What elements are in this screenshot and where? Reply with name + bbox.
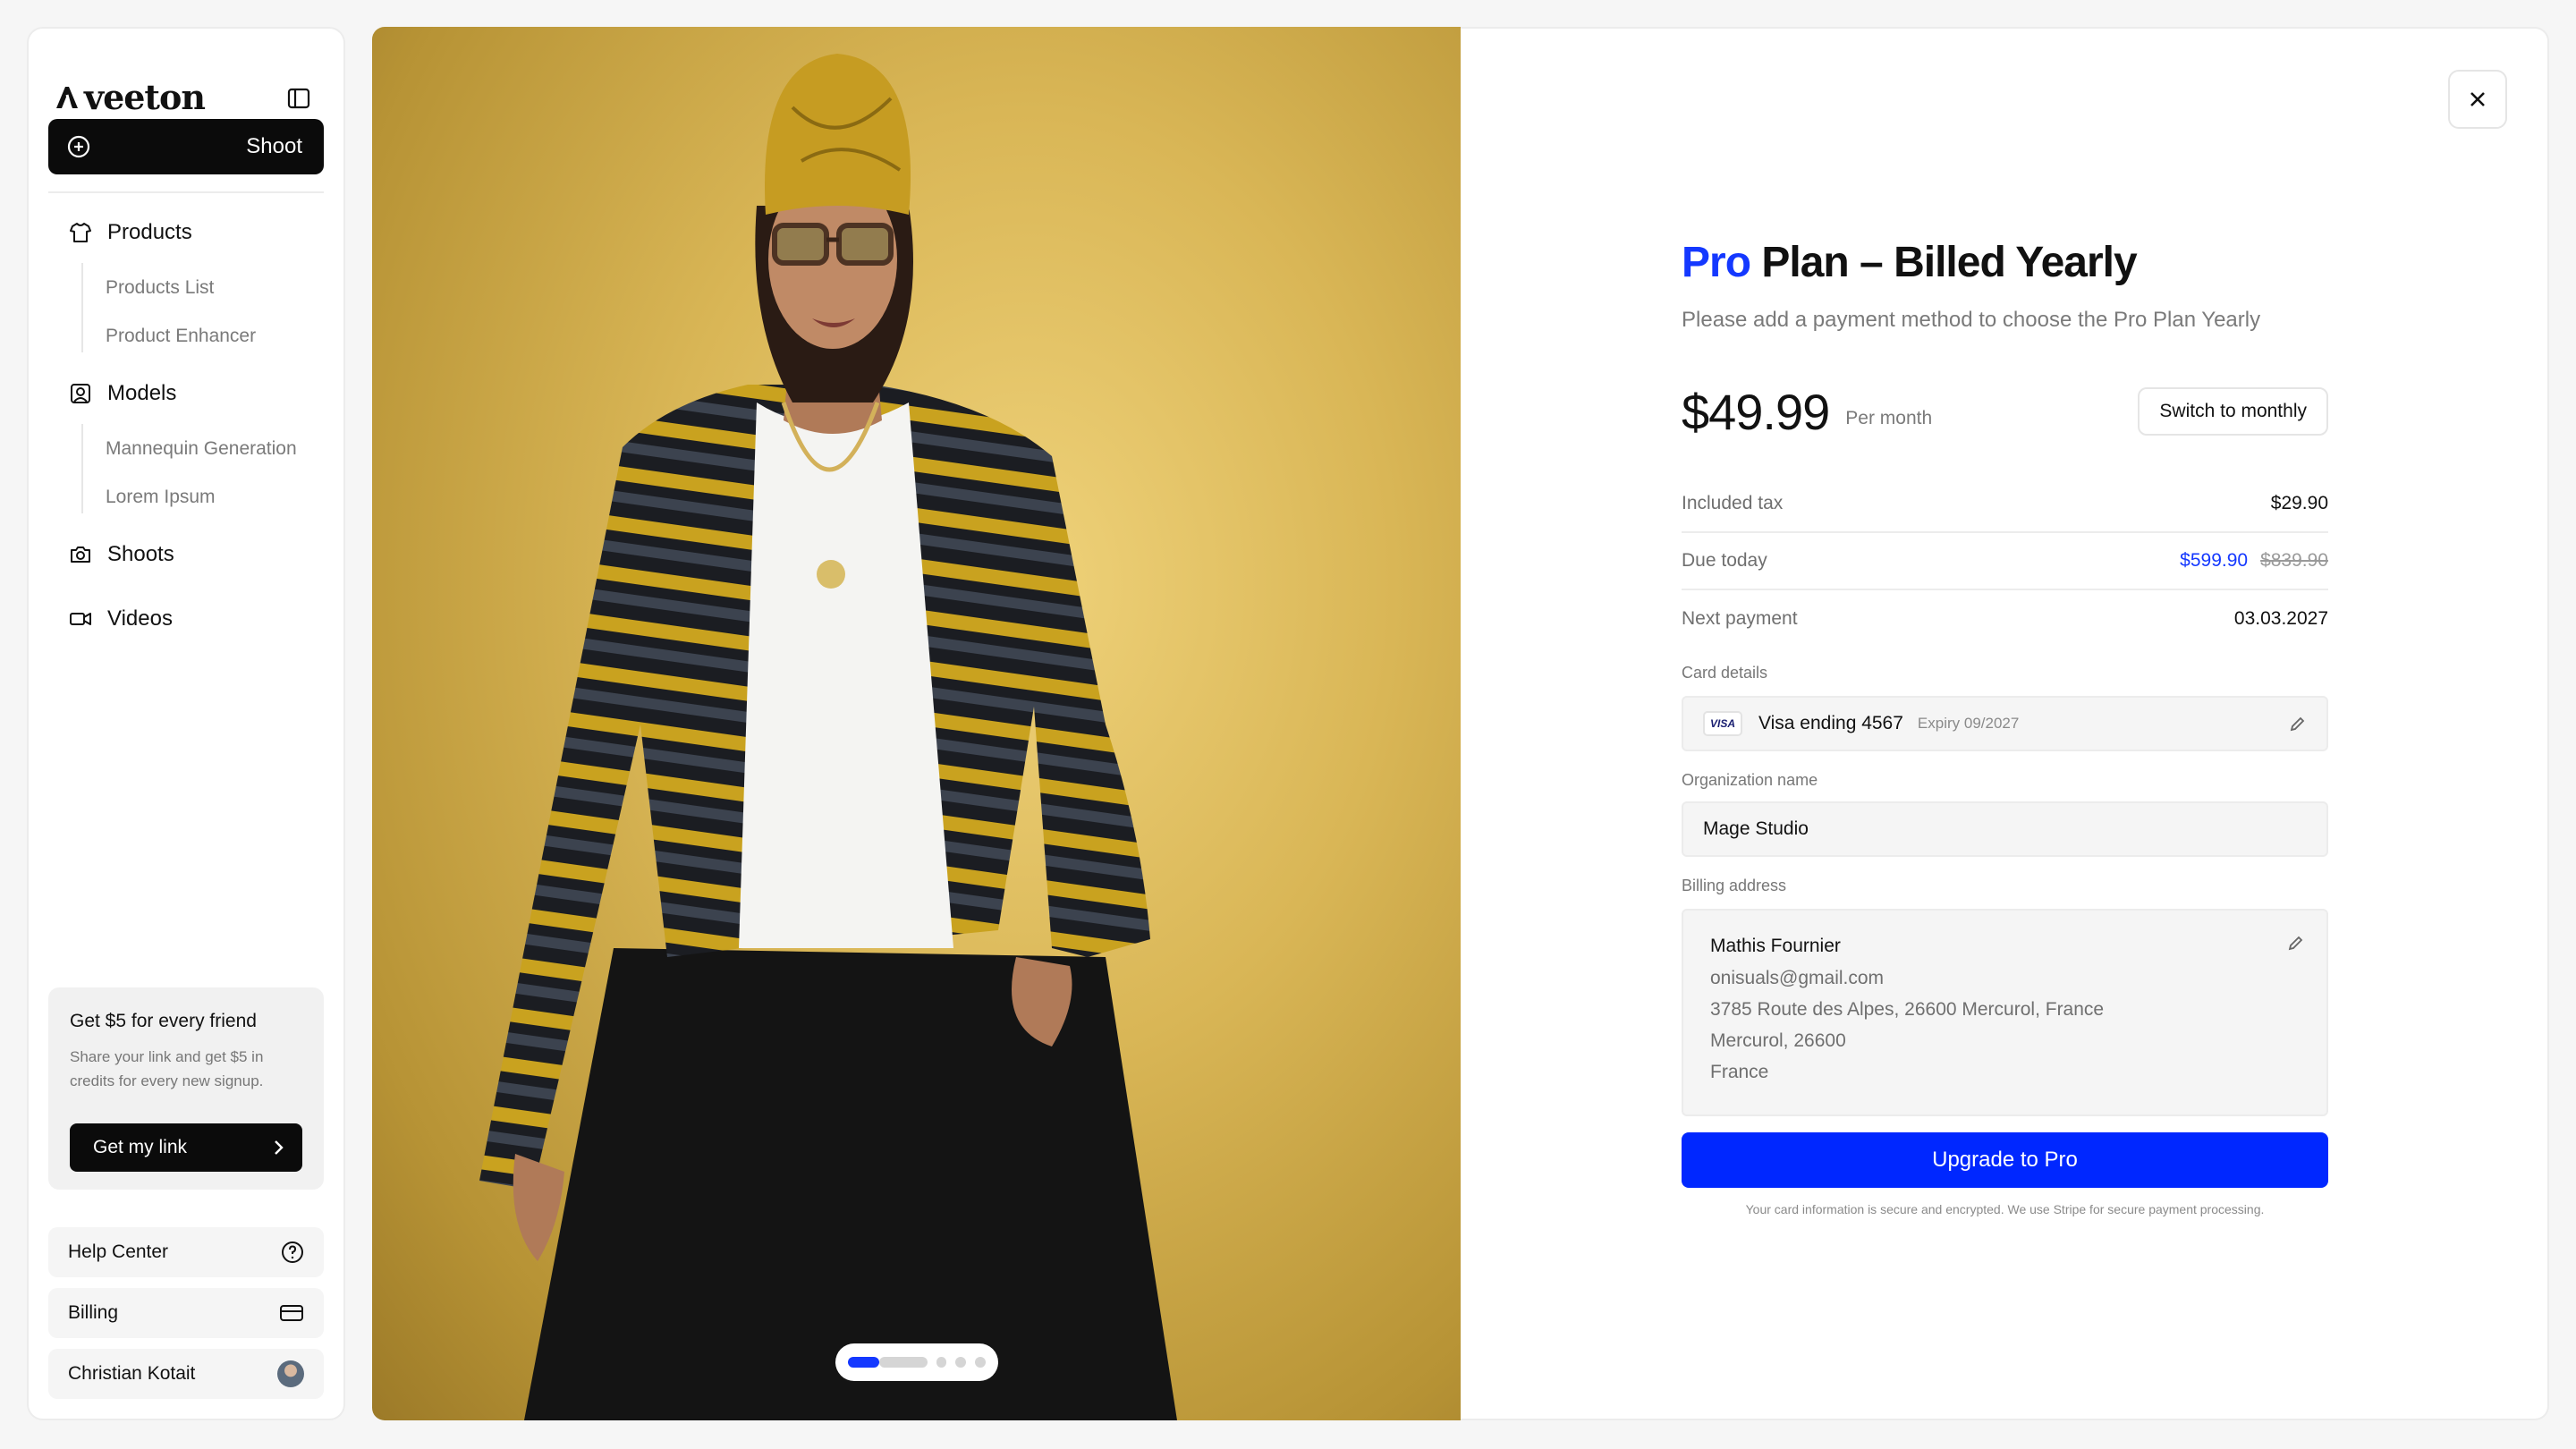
shoot-label: Shoot — [246, 134, 302, 158]
nav-label-products: Products — [107, 220, 192, 244]
avatar — [277, 1360, 304, 1387]
sub-item-mannequin-generation[interactable]: Mannequin Generation — [106, 438, 297, 460]
brand-logo[interactable]: veeton — [54, 77, 206, 117]
due-today-original-price: $839.90 — [2260, 550, 2328, 571]
portrait-icon — [68, 381, 93, 406]
checkout-panel: Pro Plan – Billed Yearly Please add a pa… — [1461, 27, 2549, 1420]
price-row: $49.99 Per month Switch to monthly — [1682, 376, 2328, 447]
nav-label-videos: Videos — [107, 606, 173, 631]
nav-label-models: Models — [107, 381, 177, 405]
tree-line — [81, 263, 83, 352]
visa-card-icon: VISA — [1703, 711, 1742, 736]
veeton-logo-icon — [54, 84, 80, 111]
card-expiry: Expiry 09/2027 — [1917, 715, 2020, 732]
sub-item-lorem-ipsum[interactable]: Lorem Ipsum — [106, 487, 216, 508]
nav-item-shoots[interactable]: Shoots — [68, 542, 174, 567]
billing-city: Mercurol, 26600 — [1710, 1030, 1846, 1051]
included-tax-label: Included tax — [1682, 493, 1784, 513]
plan-title-accent: Pro — [1682, 239, 1751, 286]
plan-subtitle: Please add a payment method to choose th… — [1682, 308, 2261, 332]
get-my-link-button[interactable]: Get my link — [70, 1123, 302, 1172]
plan-title-rest: Plan – Billed Yearly — [1750, 239, 2137, 286]
shirt-icon — [68, 220, 93, 245]
security-note: Your card information is secure and encr… — [1745, 1202, 2265, 1216]
pager-active-indicator[interactable] — [848, 1357, 880, 1368]
user-name: Christian Kotait — [68, 1363, 196, 1384]
included-tax-value: $29.90 — [2270, 493, 2328, 513]
card-details-field[interactable]: VISA Visa ending 4567 Expiry 09/2027 — [1682, 696, 2328, 751]
nav-item-videos[interactable]: Videos — [68, 606, 173, 631]
sub-item-products-list[interactable]: Products List — [106, 277, 214, 299]
nav-label-shoots: Shoots — [107, 542, 174, 566]
help-circle-icon — [282, 1241, 303, 1263]
billing-button[interactable]: Billing — [48, 1288, 324, 1338]
sidebar: veeton Shoot Products Products List Prod… — [27, 27, 345, 1420]
get-my-link-label: Get my link — [93, 1137, 188, 1157]
card-details-label: Card details — [1682, 664, 1768, 682]
referral-text: Share your link and get $5 in credits fo… — [70, 1048, 264, 1089]
image-pager[interactable] — [835, 1343, 998, 1381]
sub-item-product-enhancer[interactable]: Product Enhancer — [106, 326, 256, 347]
nav-item-products[interactable]: Products — [68, 220, 192, 245]
pager-dot[interactable] — [936, 1357, 947, 1368]
organization-name-label: Organization name — [1682, 771, 1818, 789]
billing-email: onisuals@gmail.com — [1710, 968, 1885, 988]
help-center-button[interactable]: Help Center — [48, 1227, 324, 1277]
referral-card: Get $5 for every friend Share your link … — [48, 987, 324, 1190]
user-profile-button[interactable]: Christian Kotait — [48, 1349, 324, 1399]
camera-icon — [68, 542, 93, 567]
divider — [48, 191, 324, 193]
next-payment-value: 03.03.2027 — [2233, 608, 2328, 629]
due-today-row: Due today $599.90 $839.90 — [1682, 533, 2328, 590]
organization-name-input[interactable]: Mage Studio — [1682, 801, 2328, 857]
close-button[interactable] — [2448, 70, 2507, 129]
pager-progress-track — [879, 1357, 928, 1368]
shoot-button[interactable]: Shoot — [48, 119, 324, 174]
plus-circle-icon — [67, 135, 90, 158]
nav-item-models[interactable]: Models — [68, 381, 176, 406]
pager-dot[interactable] — [975, 1357, 986, 1368]
chevron-right-icon — [275, 1140, 284, 1155]
price-period: Per month — [1845, 408, 1933, 428]
plan-title: Pro Plan – Billed Yearly — [1682, 238, 2328, 287]
billing-address-card[interactable]: Mathis Fournier onisuals@gmail.com 3785 … — [1682, 909, 2328, 1116]
sidebar-toggle-icon — [287, 88, 310, 109]
switch-to-monthly-button[interactable]: Switch to monthly — [2138, 387, 2328, 436]
price-amount: $49.99 — [1682, 383, 1830, 440]
pencil-icon — [2288, 936, 2303, 951]
next-payment-row: Next payment 03.03.2027 — [1682, 590, 2328, 648]
model-photo — [479, 54, 1177, 1420]
due-today-value: $599.90 — [2180, 550, 2249, 571]
video-icon — [68, 606, 93, 631]
referral-title: Get $5 for every friend — [70, 1011, 257, 1031]
card-text: Visa ending 4567 — [1758, 713, 1903, 733]
edit-address-button[interactable] — [2287, 934, 2305, 952]
next-payment-label: Next payment — [1682, 608, 1798, 629]
organization-name-value: Mage Studio — [1703, 818, 1809, 839]
product-photo-panel — [372, 27, 1461, 1420]
billing-address-label: Billing address — [1682, 877, 1787, 894]
edit-card-button[interactable] — [2289, 715, 2307, 733]
close-icon — [2470, 92, 2485, 106]
billing-country: France — [1710, 1062, 1769, 1082]
billing-label: Billing — [68, 1302, 119, 1323]
due-today-label: Due today — [1682, 550, 1767, 571]
billing-street: 3785 Route des Alpes, 26600 Mercurol, Fr… — [1710, 999, 2105, 1020]
upgrade-to-pro-button[interactable]: Upgrade to Pro — [1682, 1132, 2328, 1188]
billing-name: Mathis Fournier — [1710, 936, 1841, 956]
help-center-label: Help Center — [68, 1241, 169, 1262]
brand-name: veeton — [84, 77, 206, 117]
included-tax-row: Included tax $29.90 — [1682, 476, 2328, 533]
pager-dot[interactable] — [955, 1357, 967, 1368]
sidebar-toggle-button[interactable] — [281, 80, 317, 116]
credit-card-icon — [280, 1305, 303, 1321]
pencil-icon — [2290, 716, 2305, 732]
tree-line — [81, 424, 83, 513]
